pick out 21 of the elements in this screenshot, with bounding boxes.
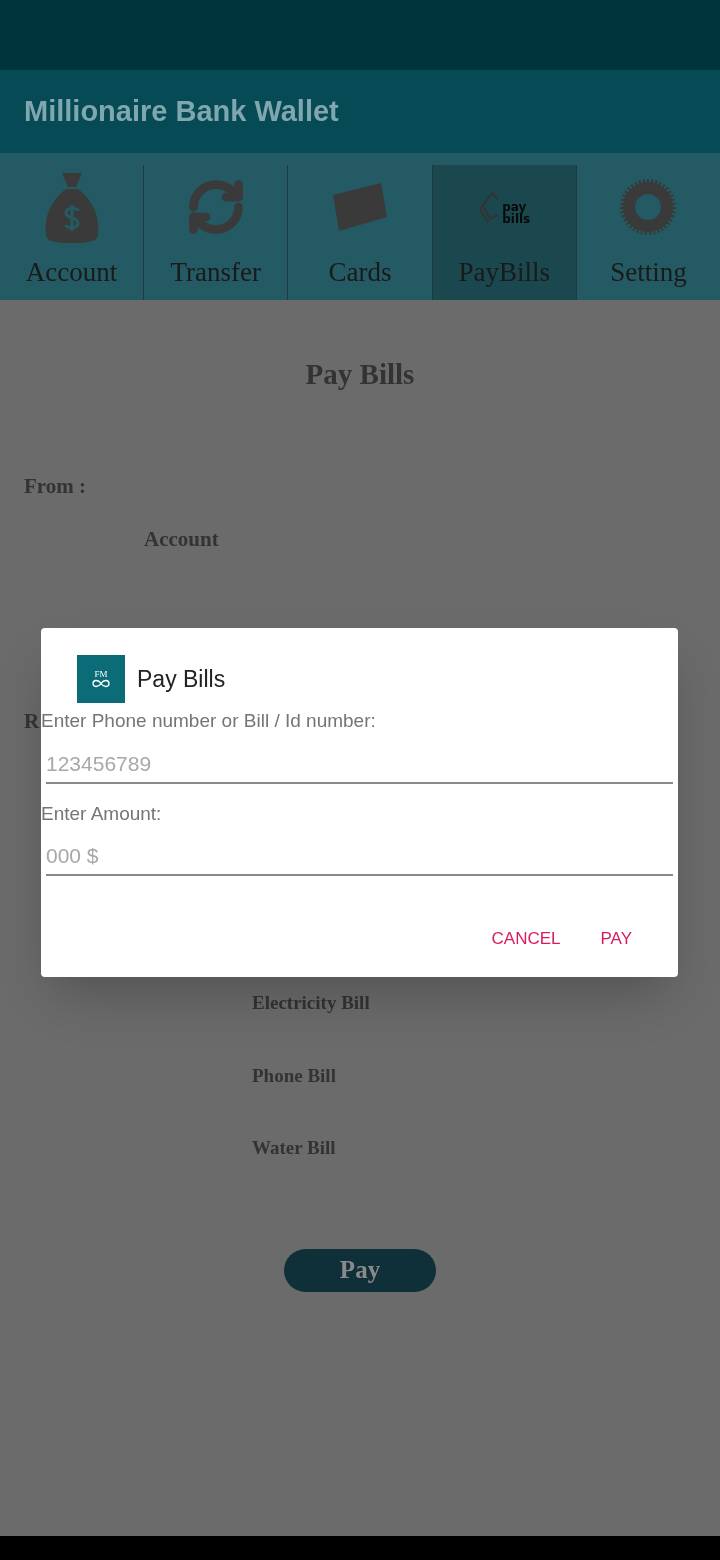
tab-label: Setting — [610, 255, 687, 289]
bill-option[interactable]: Water Bill — [252, 1134, 336, 1163]
account-option[interactable]: Account — [144, 524, 219, 556]
card-icon — [331, 181, 389, 233]
pay-button[interactable]: Pay — [284, 1248, 436, 1292]
field-label: Enter Phone number or Bill / Id number: — [41, 709, 377, 733]
dialog-button[interactable]: CANCEL — [475, 918, 577, 960]
tab-label: Cards — [328, 255, 392, 289]
gear-icon — [619, 176, 678, 238]
dialog-button[interactable]: PAY — [584, 918, 648, 960]
app-title: Millionaire Bank Wallet — [24, 93, 339, 129]
input-field[interactable]: 123456789 — [46, 745, 673, 784]
field-label: Enter Amount: — [41, 801, 163, 826]
tab-label: Account — [25, 255, 118, 289]
from-label: From : — [24, 472, 86, 500]
dialog-title: Pay Bills — [137, 664, 226, 694]
page-title: Pay Bills — [305, 357, 415, 392]
input-field[interactable]: 000 $ — [46, 838, 673, 876]
bill-option[interactable]: Phone Bill — [252, 1061, 336, 1090]
tab-label: Transfer — [170, 255, 262, 289]
app-logo: FM — [77, 655, 125, 703]
